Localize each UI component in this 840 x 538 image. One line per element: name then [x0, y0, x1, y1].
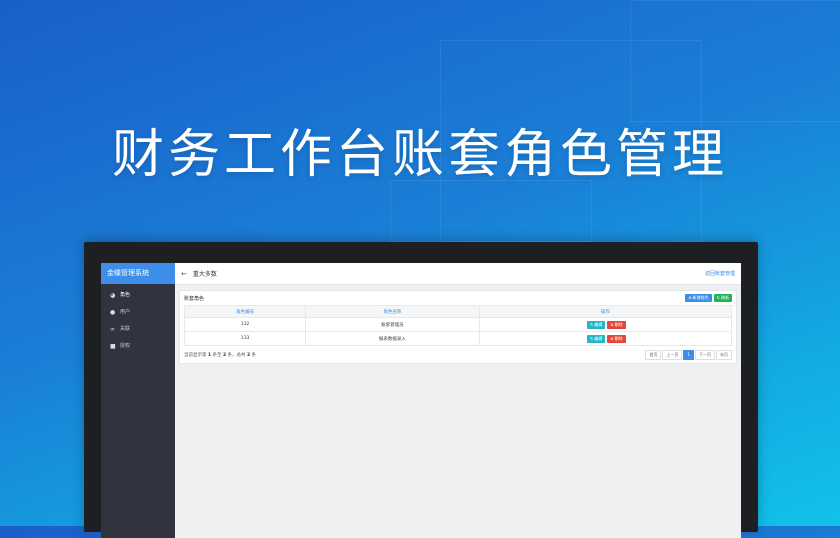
sidebar-title: 金蝶管理系统	[101, 263, 175, 284]
background-decoration	[630, 0, 840, 122]
page-title: 重大多数	[192, 271, 217, 278]
table-footer: 当前显示第 1 条至 2 条，总共 2 条 首页 上一页 1 下一页 末页	[180, 346, 736, 364]
delete-button[interactable]: ⊗ 删除	[607, 334, 626, 343]
role-name: 账套管理员	[305, 317, 480, 332]
sidebar-item-user[interactable]: ● 用户	[101, 304, 175, 321]
lock-icon: ■	[110, 343, 116, 350]
edit-button[interactable]: ✎ 编辑	[586, 334, 606, 343]
link-icon: ∞	[110, 326, 115, 333]
record-summary: 当前显示第 1 条至 2 条，总共 2 条	[184, 353, 257, 358]
sidebar-item-label: 角色	[120, 292, 131, 298]
edit-button[interactable]: ✎ 编辑	[586, 320, 606, 329]
sidebar-item-role[interactable]: ◕ 角色	[101, 287, 175, 304]
panel-title: 账套角色	[184, 295, 205, 302]
column-header: 角色名称	[305, 305, 480, 318]
table-row: 132 账套管理员 ✎ 编辑 ⊗ 删除	[183, 317, 732, 332]
delete-button[interactable]: ⊗ 删除	[607, 320, 626, 329]
edit-icon: ✎	[589, 321, 594, 327]
edit-icon: ✎	[589, 335, 594, 341]
table-row: 133 报表数据录入 ✎ 编辑 ⊗ 删除	[183, 331, 732, 346]
app-screen: 金蝶管理系统 ◕ 角色 ● 用户 ∞ 关联 ■ 授权 ← 重大多数 返回账套管理…	[101, 263, 741, 538]
monitor-frame: 金蝶管理系统 ◕ 角色 ● 用户 ∞ 关联 ■ 授权 ← 重大多数 返回账套管理…	[84, 242, 758, 538]
pagination-next[interactable]: 下一页	[695, 350, 715, 360]
plus-icon: ⊕	[688, 295, 692, 300]
role-code: 133	[183, 331, 307, 346]
banner-title: 财务工作台账套角色管理	[111, 125, 728, 185]
sidebar-item-link[interactable]: ∞ 关联	[101, 321, 175, 338]
sidebar-item-auth[interactable]: ■ 授权	[101, 338, 175, 355]
column-header: 角色编号	[183, 305, 307, 318]
pagination-page[interactable]: 1	[683, 350, 694, 360]
role-table: 角色编号 角色名称 操作 132 账套管理员 ✎ 编辑 ⊗ 删除 133 报表数…	[183, 305, 732, 346]
main-content: ← 重大多数 返回账套管理 账套角色 ⊕ 新增角色 ↻ 刷新 角色编号 角色名称 操…	[175, 263, 741, 538]
refresh-icon: ↻	[716, 295, 720, 300]
sidebar: 金蝶管理系统 ◕ 角色 ● 用户 ∞ 关联 ■ 授权	[101, 263, 175, 538]
pagination-last[interactable]: 末页	[716, 350, 732, 360]
sidebar-item-label: 关联	[120, 326, 131, 332]
role-panel: 账套角色 ⊕新增角色 ↻刷新 角色编号 角色名称 操作 132 账套管理员	[179, 290, 737, 364]
background-decoration	[390, 180, 592, 242]
refresh-button[interactable]: ↻ 刷新	[713, 294, 732, 302]
topbar: ← 重大多数 返回账套管理	[175, 263, 741, 285]
back-arrow-icon[interactable]: ←	[181, 270, 187, 278]
role-code: 132	[183, 317, 307, 332]
user-icon: ●	[110, 309, 116, 316]
role-name: 报表数据录入	[305, 331, 480, 346]
sidebar-item-label: 用户	[120, 309, 131, 315]
pagination-first[interactable]: 首页	[645, 350, 662, 360]
delete-icon: ⊗	[610, 335, 614, 341]
column-header: 操作	[478, 305, 732, 318]
delete-icon: ⊗	[610, 321, 614, 327]
add-role-button[interactable]: ⊕ 新增角色	[685, 294, 712, 302]
pagination-prev[interactable]: 上一页	[662, 350, 683, 360]
palette-icon: ◕	[110, 292, 116, 299]
sidebar-item-label: 授权	[120, 343, 131, 349]
return-link[interactable]: 返回账套管理	[705, 270, 735, 277]
